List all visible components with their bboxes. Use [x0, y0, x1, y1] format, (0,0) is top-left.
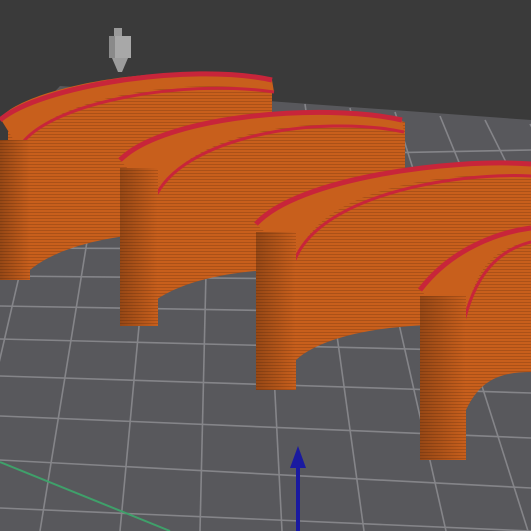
3d-viewport[interactable] — [0, 0, 531, 531]
print-preview-scene[interactable] — [0, 0, 531, 531]
